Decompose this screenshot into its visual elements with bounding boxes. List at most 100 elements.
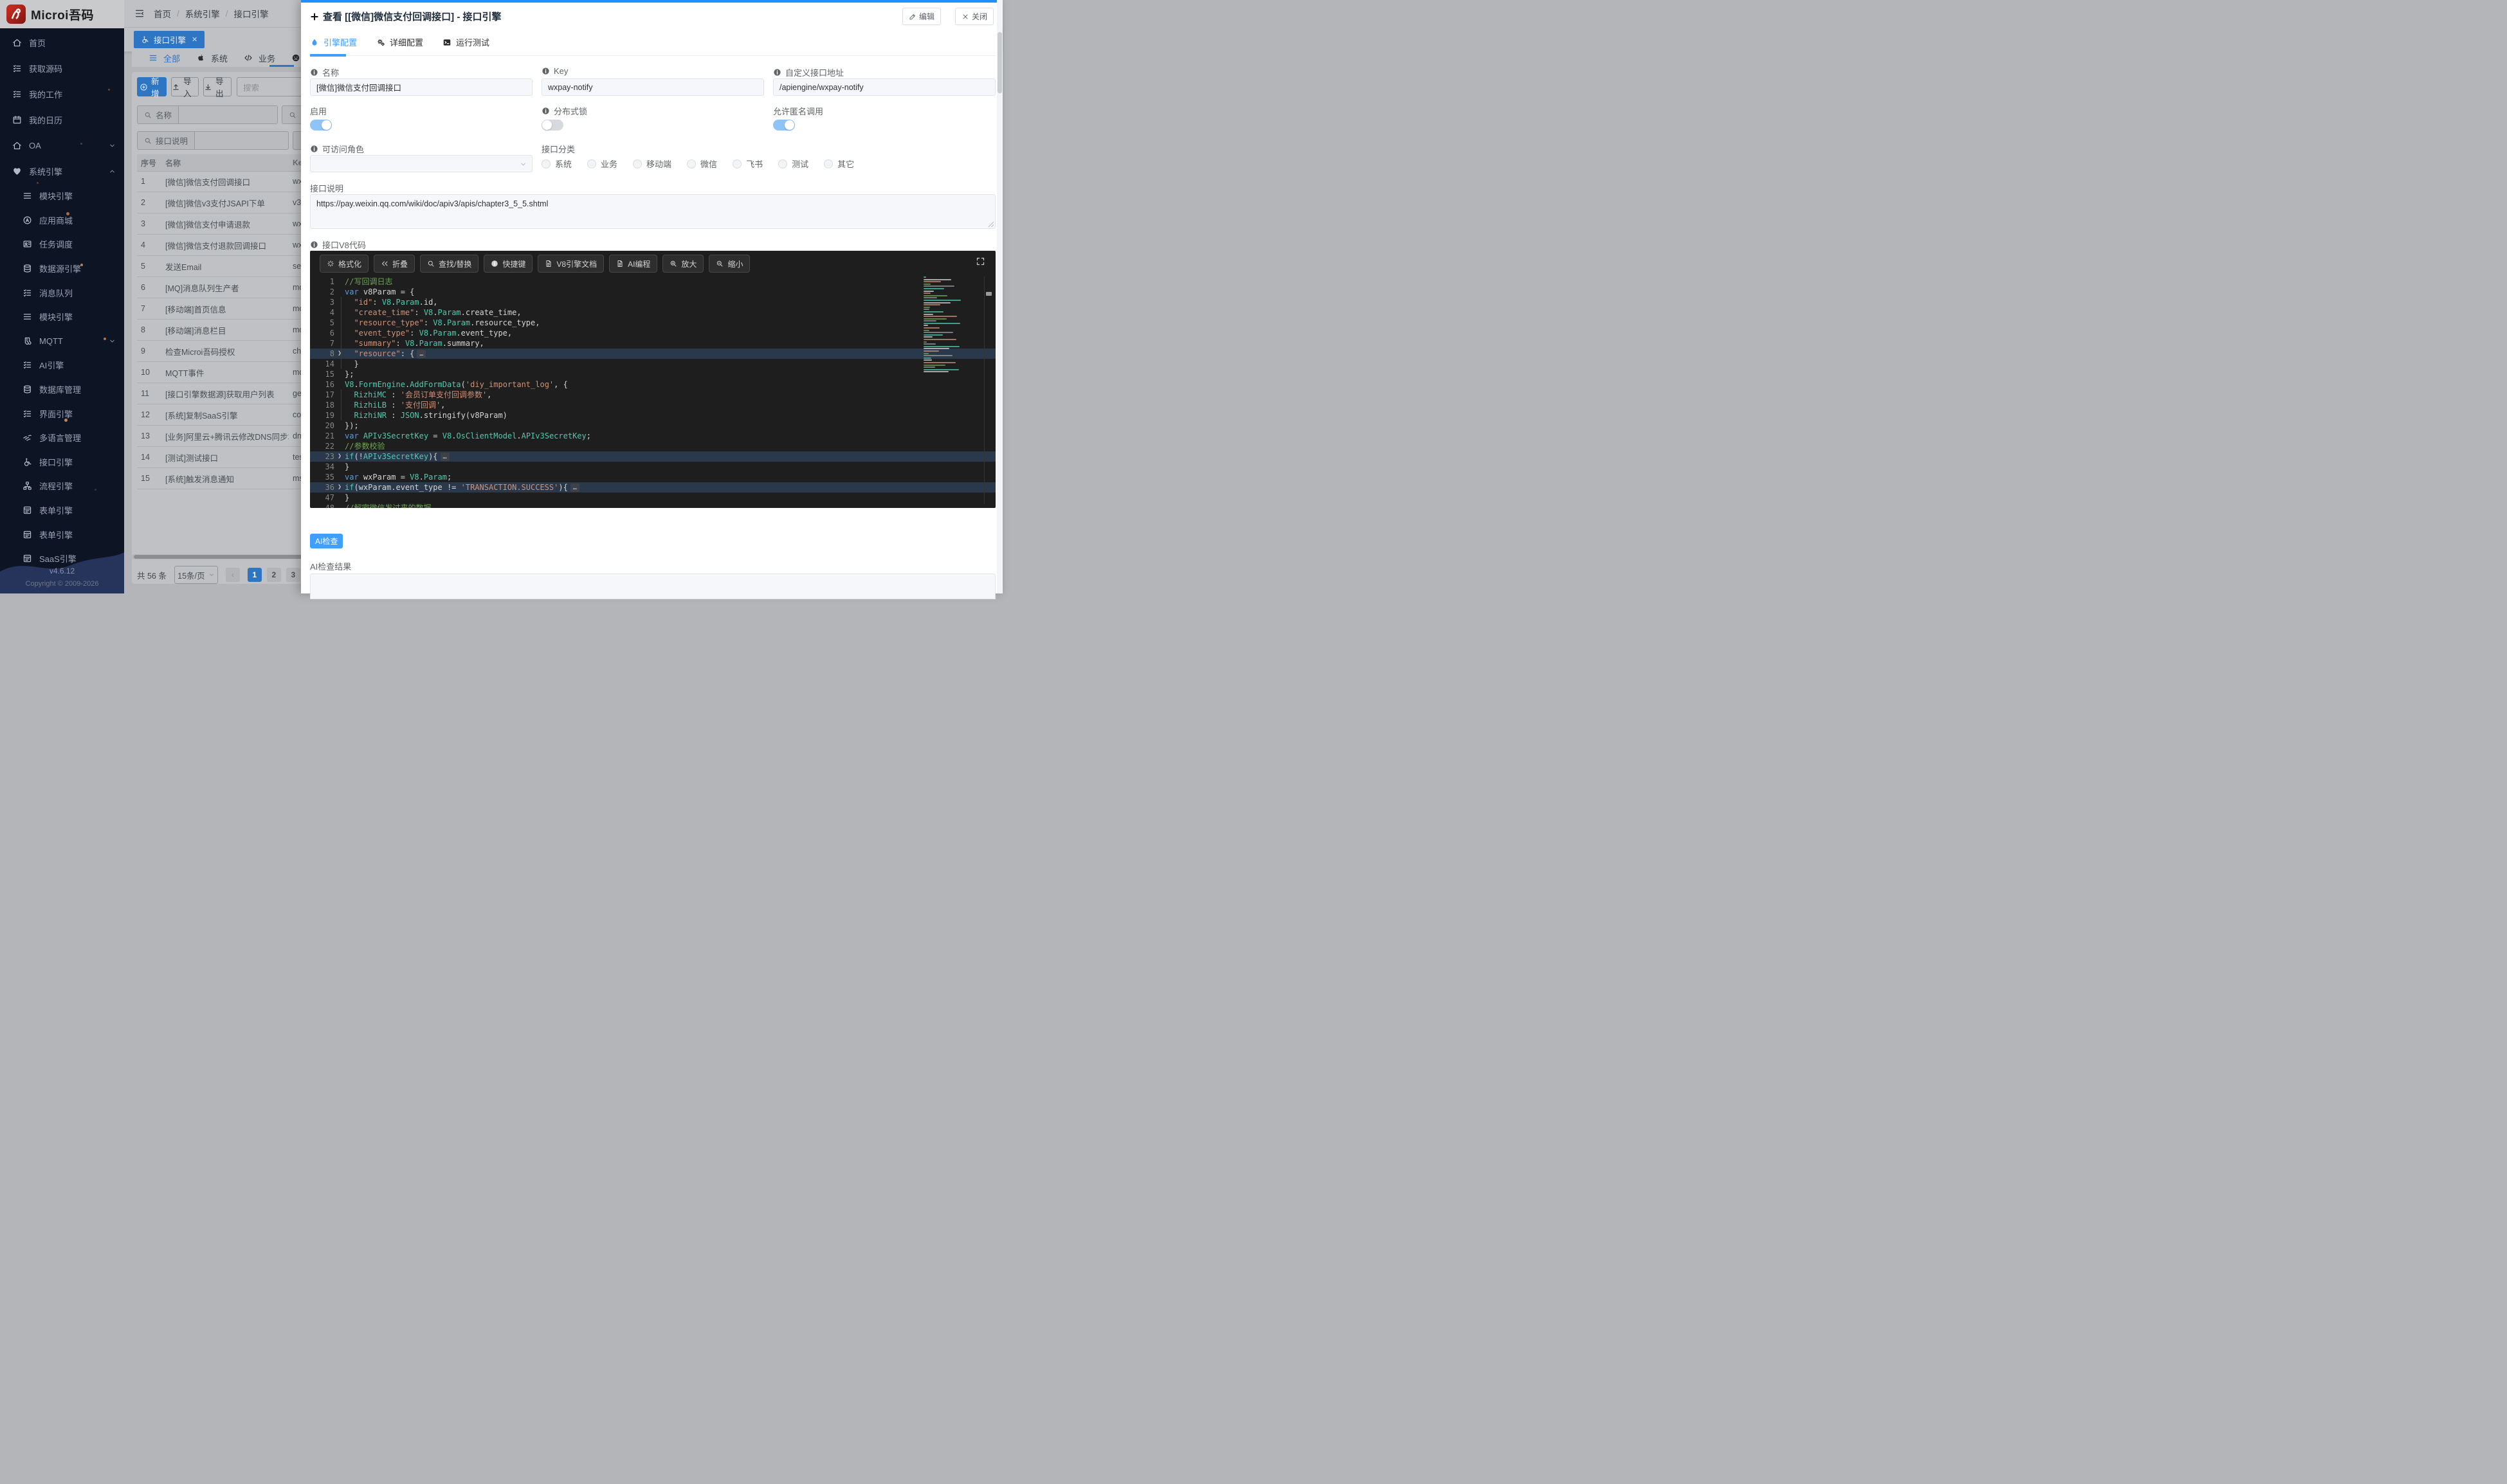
code-line-15[interactable]: 15}; [310,369,996,379]
fold-chevron-icon[interactable]: ❯ [334,451,345,462]
category-tab-业务[interactable]: 业务 [244,52,275,64]
prev-page-button[interactable]: ‹ [226,568,240,582]
edit-button[interactable]: 编辑 [902,8,941,25]
modal-scrollbar[interactable] [997,0,1003,593]
code-line-47[interactable]: 47} [310,493,996,503]
sidebar-item-模块引擎[interactable]: 模块引擎 [0,305,124,329]
sidebar-item-应用商城[interactable]: 应用商城 [0,208,124,233]
editor-button-放大[interactable]: 放大 [662,255,704,273]
ai-check-button[interactable]: AI检查 [310,534,343,548]
code-line-4[interactable]: 4 "create_time": V8.Param.create_time, [310,307,996,318]
editor-button-AI编程[interactable]: AI编程 [609,255,657,273]
toggle-启用[interactable] [310,120,332,131]
fullscreen-icon[interactable] [976,257,985,266]
radio-系统[interactable]: 系统 [542,158,572,170]
editor-button-查找/替换[interactable]: 查找/替换 [420,255,479,273]
code-line-19[interactable]: 19 RizhiNR : JSON.stringify(v8Param) [310,410,996,421]
radio-业务[interactable]: 业务 [587,158,617,170]
radio-测试[interactable]: 测试 [778,158,808,170]
toggle-允许匿名调用[interactable] [773,120,795,131]
tab-chip-interface-engine[interactable]: 接口引擎 ✕ [134,31,205,48]
page-button-1[interactable]: 1 [248,568,262,582]
fold-chevron-icon[interactable]: ❯ [334,348,345,359]
sidebar-item-我的日历[interactable]: 我的日历 [0,107,124,132]
category-tab-全部[interactable]: 全部 [149,52,180,64]
code-line-21[interactable]: 21var APIv3SecretKey = V8.OsClientModel.… [310,431,996,441]
minimap[interactable] [924,276,963,373]
import-button[interactable]: 导入 [171,77,199,96]
code-line-36[interactable]: 36❯if(wxParam.event_type != 'TRANSACTION… [310,482,996,493]
breadcrumb-item[interactable]: 系统引擎 [185,7,220,20]
radio-微信[interactable]: 微信 [687,158,717,170]
collapse-menu-icon[interactable] [134,8,145,19]
code-line-7[interactable]: 7 "summary": V8.Param.summary, [310,338,996,348]
modal-scroll-thumb[interactable] [998,32,1002,93]
close-button[interactable]: 关闭 [955,8,994,25]
radio-飞书[interactable]: 飞书 [733,158,763,170]
app-logo[interactable]: Microi吾码 [0,0,124,28]
sidebar-item-界面引擎[interactable]: 界面引擎 [0,401,124,426]
key-field[interactable]: wxpay-notify [542,78,764,96]
code-line-2[interactable]: 2var v8Param = { [310,287,996,297]
toggle-分布式锁[interactable] [542,120,563,131]
sidebar-item-首页[interactable]: 首页 [0,30,124,55]
code-line-23[interactable]: 23❯if(!APIv3SecretKey){… [310,451,996,462]
modal-tab-运行测试[interactable]: 运行测试 [442,36,489,55]
breadcrumb-item[interactable]: 首页 [154,7,171,20]
tab-close-icon[interactable]: ✕ [192,35,197,44]
sidebar-item-数据库管理[interactable]: 数据库管理 [0,377,124,402]
code-line-1[interactable]: 1//写回调日志 [310,276,996,287]
sidebar-item-多语言管理[interactable]: 多语言管理 [0,426,124,450]
editor-scrollbar[interactable] [984,276,992,504]
editor-button-缩小[interactable]: 缩小 [709,255,750,273]
code-line-20[interactable]: 20}); [310,421,996,431]
editor-scroll-thumb[interactable] [986,292,992,296]
code-line-17[interactable]: 17 RizhiMC : '会员订单支付回调参数', [310,390,996,400]
sidebar-item-表单引擎[interactable]: 表单引擎 [0,498,124,523]
resize-handle[interactable] [988,221,994,227]
code-line-3[interactable]: 3 "id": V8.Param.id, [310,297,996,307]
sidebar-item-表单引擎[interactable]: 表单引擎 [0,522,124,547]
sidebar-item-任务调度[interactable]: 任务调度 [0,232,124,257]
sidebar-item-消息队列[interactable]: 消息队列 [0,280,124,305]
radio-移动端[interactable]: 移动端 [633,158,671,170]
code-line-35[interactable]: 35var wxParam = V8.Param; [310,472,996,482]
sidebar-item-OA[interactable]: OA [0,132,124,158]
sidebar-item-我的工作[interactable]: 我的工作 [0,81,124,107]
export-button[interactable]: 导出 [203,77,232,96]
page-button-3[interactable]: 3 [286,568,300,582]
v8-code-editor[interactable]: 格式化折叠查找/替换快捷键 V8引擎文档 AI编程放大缩小 1//写回调日志2var… [310,251,996,508]
ai-result-textarea[interactable] [310,574,996,599]
code-line-16[interactable]: 16V8.FormEngine.AddFormData('diy_importa… [310,379,996,390]
editor-button-V8引擎文档[interactable]: V8引擎文档 [538,255,604,273]
code-line-48[interactable]: 48//解密微信发过来的数据 [310,503,996,508]
page-size-select[interactable]: 15条/页 [174,566,218,584]
fold-chevron-icon[interactable]: ❯ [334,482,345,493]
breadcrumb-item[interactable]: 接口引擎 [234,7,269,20]
sidebar-item-接口引擎[interactable]: 接口引擎 [0,450,124,475]
sidebar-item-模块引擎[interactable]: 模块引擎 [0,184,124,208]
filter-desc-input[interactable] [195,132,288,149]
sidebar-item-AI引擎[interactable]: AI引擎 [0,353,124,377]
code-line-6[interactable]: 6 "event_type": V8.Param.event_type, [310,328,996,338]
code-line-22[interactable]: 22//参数校验 [310,441,996,451]
editor-button-折叠[interactable]: 折叠 [374,255,415,273]
filter-name-input[interactable] [179,106,277,123]
code-line-18[interactable]: 18 RizhiLB : '支付回调', [310,400,996,410]
name-field[interactable]: [微信]微信支付回调接口 [310,78,533,96]
editor-button-快捷键[interactable]: 快捷键 [484,255,533,273]
sidebar-item-获取源码[interactable]: 获取源码 [0,55,124,81]
sidebar-item-MQTT[interactable]: MQTT [0,329,124,354]
category-tab-系统[interactable]: 系统 [196,52,228,64]
code-line-34[interactable]: 34} [310,462,996,472]
sidebar-item-流程引擎[interactable]: 流程引擎 [0,474,124,498]
code-line-14[interactable]: 14 } [310,359,996,369]
sidebar-item-系统引擎[interactable]: 系统引擎 [0,158,124,184]
search-input[interactable]: 搜索 [237,77,306,96]
modal-tab-引擎配置[interactable]: 引擎配置 [310,36,357,55]
modal-tab-详细配置[interactable]: 详细配置 [376,36,423,55]
page-button-2[interactable]: 2 [267,568,281,582]
editor-button-格式化[interactable]: 格式化 [320,255,369,273]
code-line-5[interactable]: 5 "resource_type": V8.Param.resource_typ… [310,318,996,328]
roles-select[interactable] [310,155,533,172]
